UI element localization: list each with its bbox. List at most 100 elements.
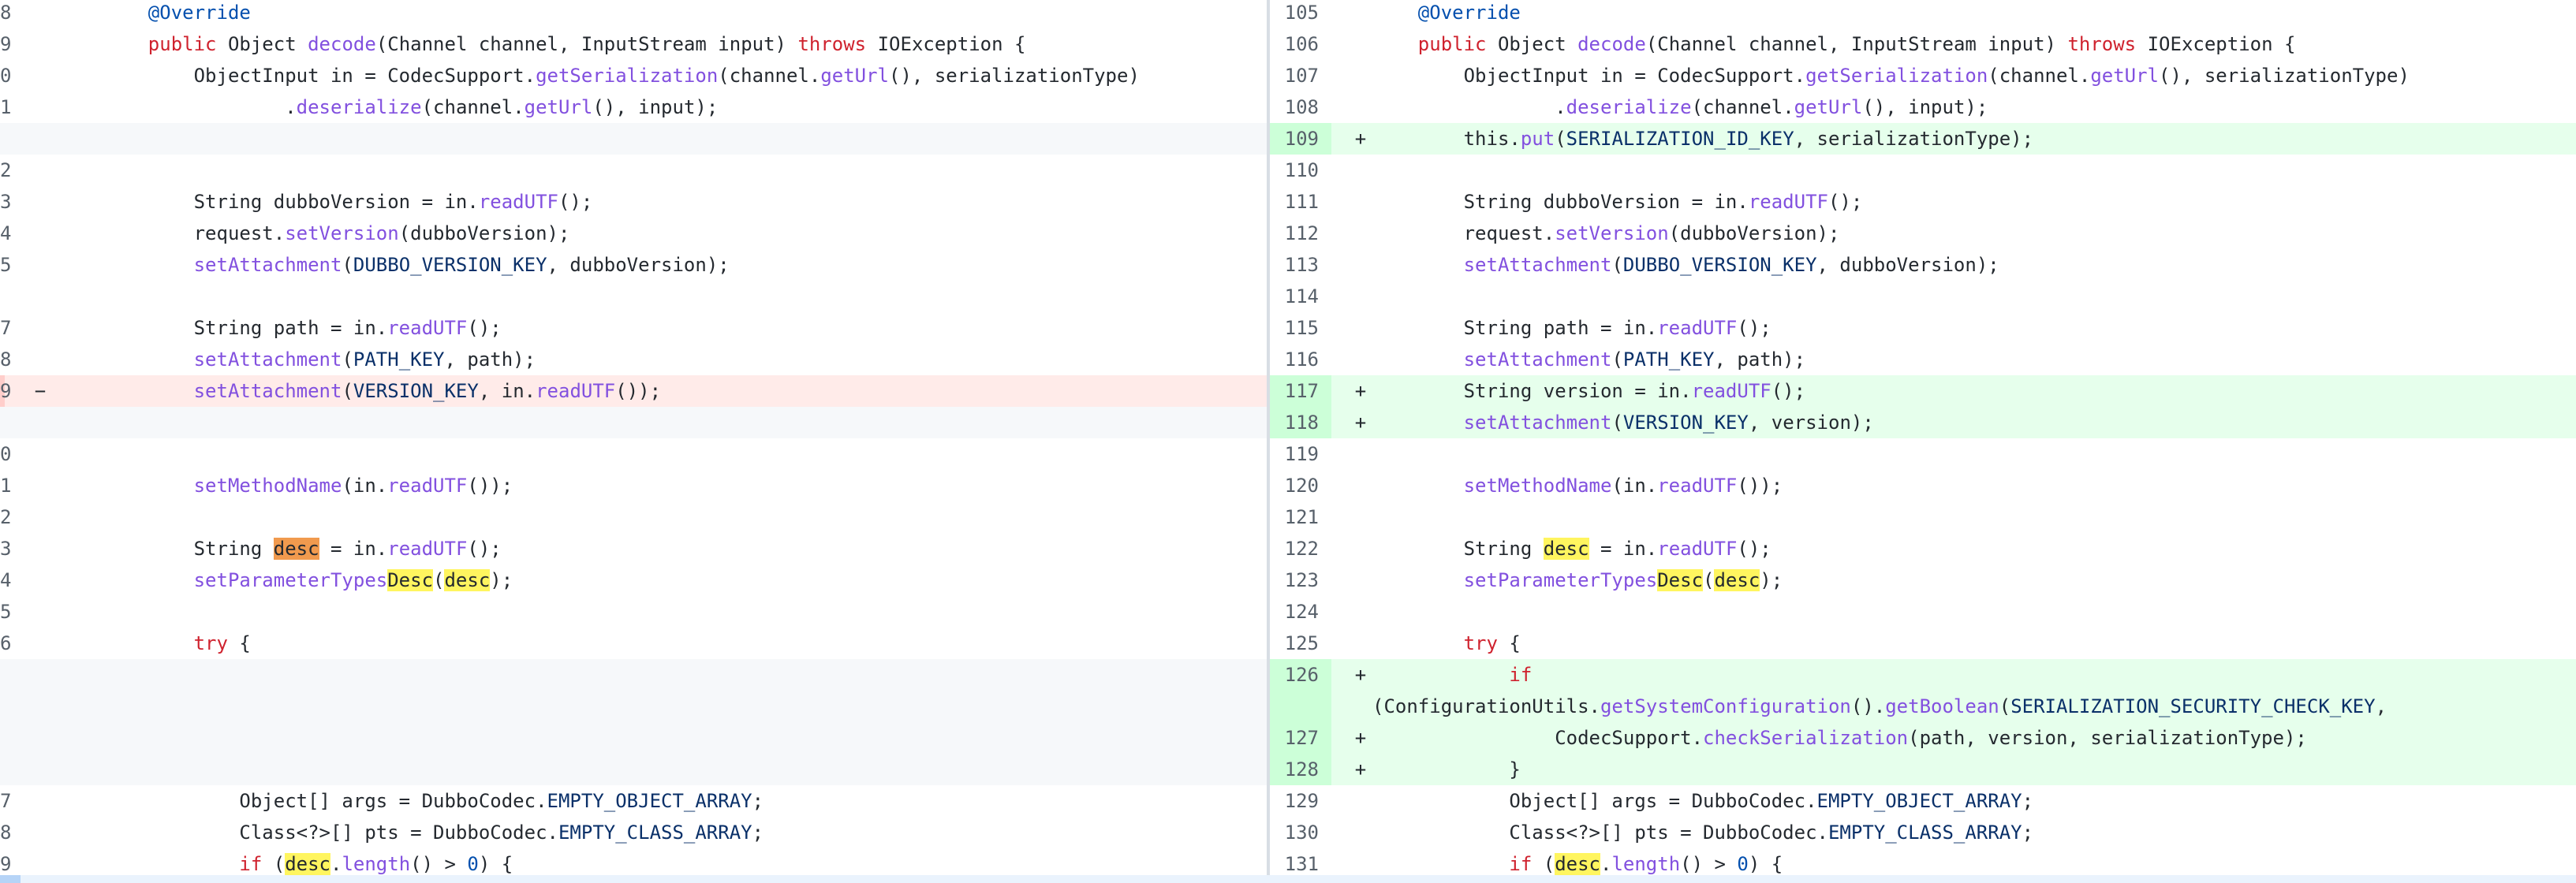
- added-line: 117 + String version = in.readUTF();: [1270, 375, 2576, 407]
- line-number: 4: [0, 222, 12, 244]
- code-text: setMethodName(in.readUTF());: [1463, 475, 1783, 497]
- line-number: 111: [1284, 191, 1319, 213]
- line-number: 106: [1284, 33, 1319, 55]
- code-text: CodecSupport.checkSerialization(path, ve…: [1555, 727, 2307, 749]
- line-number: 107: [1284, 65, 1319, 87]
- right-line: 111 String dubboVersion = in.readUTF();: [1270, 186, 2576, 218]
- left-line: 7 Object[] args = DubboCodec.EMPTY_OBJEC…: [0, 785, 1267, 817]
- line-number: 112: [1284, 222, 1319, 244]
- code-text: setParameterTypesDesc(desc);: [1463, 569, 1783, 591]
- line-number: 7: [0, 790, 12, 812]
- left-line: 5: [0, 596, 1267, 628]
- line-number: 3: [0, 538, 12, 560]
- code-text: try {: [1463, 632, 1521, 654]
- search-match-current: desc: [273, 538, 319, 560]
- left-line: 0: [0, 438, 1267, 470]
- line-number: 2: [0, 506, 12, 528]
- code-text: request.setVersion(dubboVersion);: [193, 222, 570, 244]
- line-number: 116: [1284, 348, 1319, 371]
- search-match: Desc: [1657, 569, 1704, 591]
- code-text: String dubboVersion = in.readUTF();: [193, 191, 593, 213]
- code-text: }: [1509, 758, 1521, 781]
- left-line: 2: [0, 501, 1267, 533]
- line-number: 121: [1284, 506, 1319, 528]
- left-line: 3 String desc = in.readUTF();: [0, 533, 1267, 564]
- line-number: 110: [1284, 159, 1319, 181]
- code-text: ObjectInput in = CodecSupport.getSeriali…: [1463, 65, 2410, 87]
- left-line: 4 request.setVersion(dubboVersion);: [0, 218, 1267, 249]
- code-text: public Object decode(Channel channel, In…: [147, 33, 1026, 55]
- horizontal-scrollbar[interactable]: [0, 875, 2576, 883]
- line-number: 128: [1270, 754, 1331, 785]
- left-line: 9 public Object decode(Channel channel, …: [0, 28, 1267, 60]
- line-number: 115: [1284, 317, 1319, 339]
- left-line: 4 setParameterTypesDesc(desc);: [0, 564, 1267, 596]
- line-number: 2: [0, 159, 12, 181]
- line-number: 127: [1270, 722, 1331, 754]
- code-text: String dubboVersion = in.readUTF();: [1463, 191, 1863, 213]
- left-line: 7 String path = in.readUTF();: [0, 312, 1267, 344]
- line-number: 8: [0, 822, 12, 844]
- left-line: [0, 281, 1267, 312]
- search-match: desc: [1714, 569, 1760, 591]
- line-number: 9: [0, 33, 12, 55]
- empty-placeholder-block: [0, 659, 1267, 785]
- line-number: 3: [0, 191, 12, 213]
- line-number: 126: [1270, 659, 1331, 722]
- search-match: desc: [1543, 538, 1589, 560]
- deletion-marker: −: [34, 380, 47, 402]
- code-text: String path = in.readUTF();: [193, 317, 502, 339]
- empty-placeholder-line: [0, 407, 1267, 438]
- code-text: try {: [193, 632, 251, 654]
- code-text: Object[] args = DubboCodec.EMPTY_OBJECT_…: [239, 790, 764, 812]
- line-number: 118: [1270, 407, 1331, 438]
- line-number: 119: [1284, 443, 1319, 465]
- right-line: 115 String path = in.readUTF();: [1270, 312, 2576, 344]
- line-number: 113: [1284, 254, 1319, 276]
- code-text: setParameterTypesDesc(desc);: [193, 569, 513, 591]
- code-text: Object[] args = DubboCodec.EMPTY_OBJECT_…: [1509, 790, 2034, 812]
- search-match: Desc: [387, 569, 434, 591]
- left-line: 0 ObjectInput in = CodecSupport.getSeria…: [0, 60, 1267, 91]
- code-text: @Override: [1417, 2, 1521, 24]
- line-number: 109: [1270, 123, 1331, 155]
- right-line: 119: [1270, 438, 2576, 470]
- left-line: 8 Class<?>[] pts = DubboCodec.EMPTY_CLAS…: [0, 817, 1267, 848]
- code-text: setAttachment(VERSION_KEY, version);: [1463, 412, 1874, 434]
- left-diff-pane[interactable]: 8 @Override 9 public Object decode(Chann…: [0, 0, 1267, 883]
- right-line: 105 @Override: [1270, 0, 2576, 28]
- added-line: 128 + }: [1270, 754, 2576, 785]
- code-text: setAttachment(PATH_KEY, path);: [193, 348, 536, 371]
- addition-marker: +: [1354, 412, 1367, 434]
- empty-placeholder-line: [0, 123, 1267, 155]
- left-line: 6 try {: [0, 628, 1267, 659]
- code-text: setAttachment(VERSION_KEY, in.readUTF())…: [193, 380, 662, 402]
- search-match: desc: [1555, 853, 1600, 875]
- addition-marker: +: [1354, 664, 1367, 686]
- scrollbar-thumb[interactable]: [0, 875, 21, 883]
- code-text: this.put(SERIALIZATION_ID_KEY, serializa…: [1463, 128, 2034, 150]
- code-text: Class<?>[] pts = DubboCodec.EMPTY_CLASS_…: [1509, 822, 2034, 844]
- line-number: 8: [0, 348, 12, 371]
- line-number: 125: [1284, 632, 1319, 654]
- line-number: 0: [0, 443, 12, 465]
- line-number: 124: [1284, 601, 1319, 623]
- line-number: 5: [0, 254, 12, 276]
- added-line: 118 + setAttachment(VERSION_KEY, version…: [1270, 407, 2576, 438]
- right-line: 120 setMethodName(in.readUTF());: [1270, 470, 2576, 501]
- right-diff-pane[interactable]: 105 @Override 106 public Object decode(C…: [1270, 0, 2576, 883]
- code-text: setMethodName(in.readUTF());: [193, 475, 513, 497]
- addition-marker: +: [1354, 380, 1367, 402]
- code-text: String desc = in.readUTF();: [193, 538, 502, 560]
- left-line: 8 @Override: [0, 0, 1267, 28]
- right-line: 110: [1270, 155, 2576, 186]
- line-number: 129: [1284, 790, 1319, 812]
- code-text: request.setVersion(dubboVersion);: [1463, 222, 1840, 244]
- line-number: 7: [0, 317, 12, 339]
- code-text: setAttachment(PATH_KEY, path);: [1463, 348, 1806, 371]
- line-number: 123: [1284, 569, 1319, 591]
- right-line: 107 ObjectInput in = CodecSupport.getSer…: [1270, 60, 2576, 91]
- line-number: 105: [1284, 2, 1319, 24]
- left-line: 1 setMethodName(in.readUTF());: [0, 470, 1267, 501]
- right-line: 112 request.setVersion(dubboVersion);: [1270, 218, 2576, 249]
